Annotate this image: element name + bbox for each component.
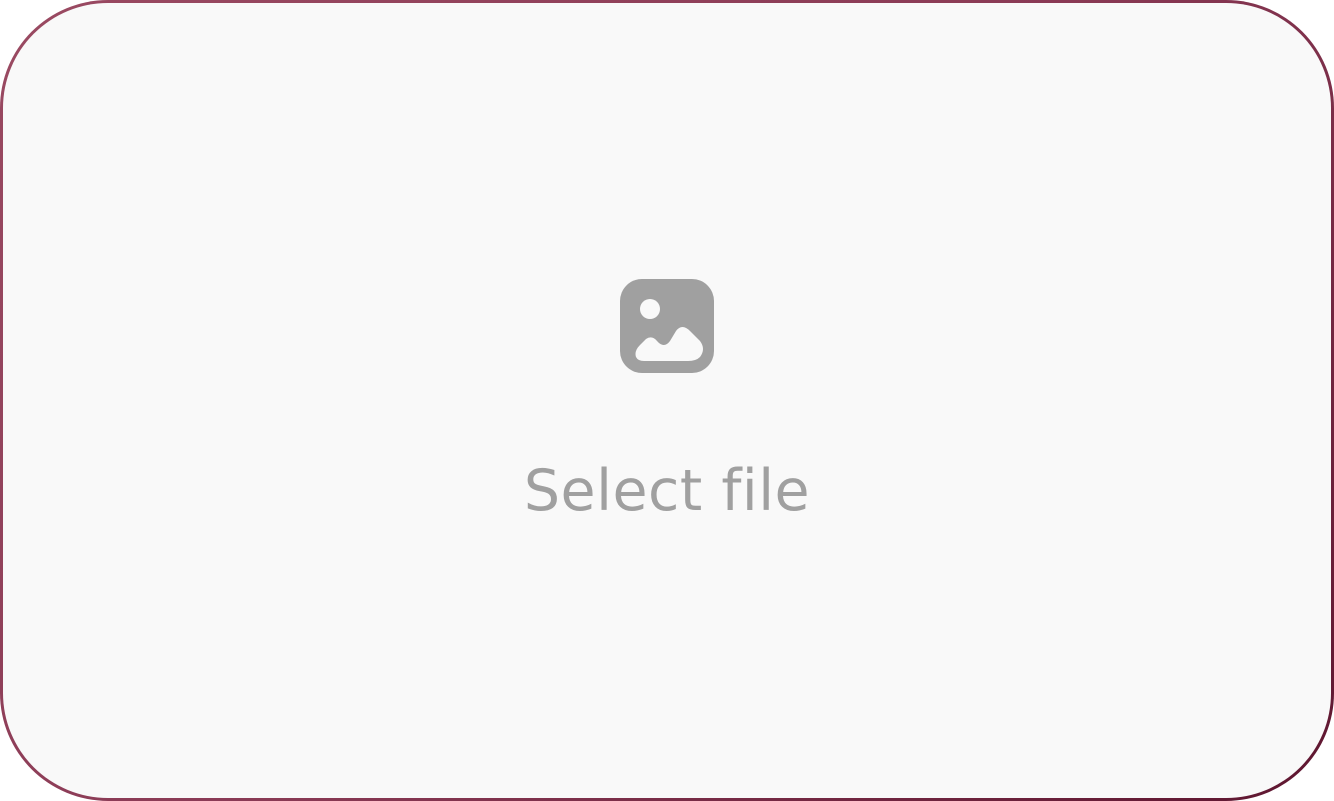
file-dropzone[interactable]: Select file	[3, 3, 1331, 798]
file-dropzone-border: Select file	[0, 0, 1334, 801]
image-icon	[620, 279, 714, 373]
select-file-label: Select file	[523, 458, 811, 524]
